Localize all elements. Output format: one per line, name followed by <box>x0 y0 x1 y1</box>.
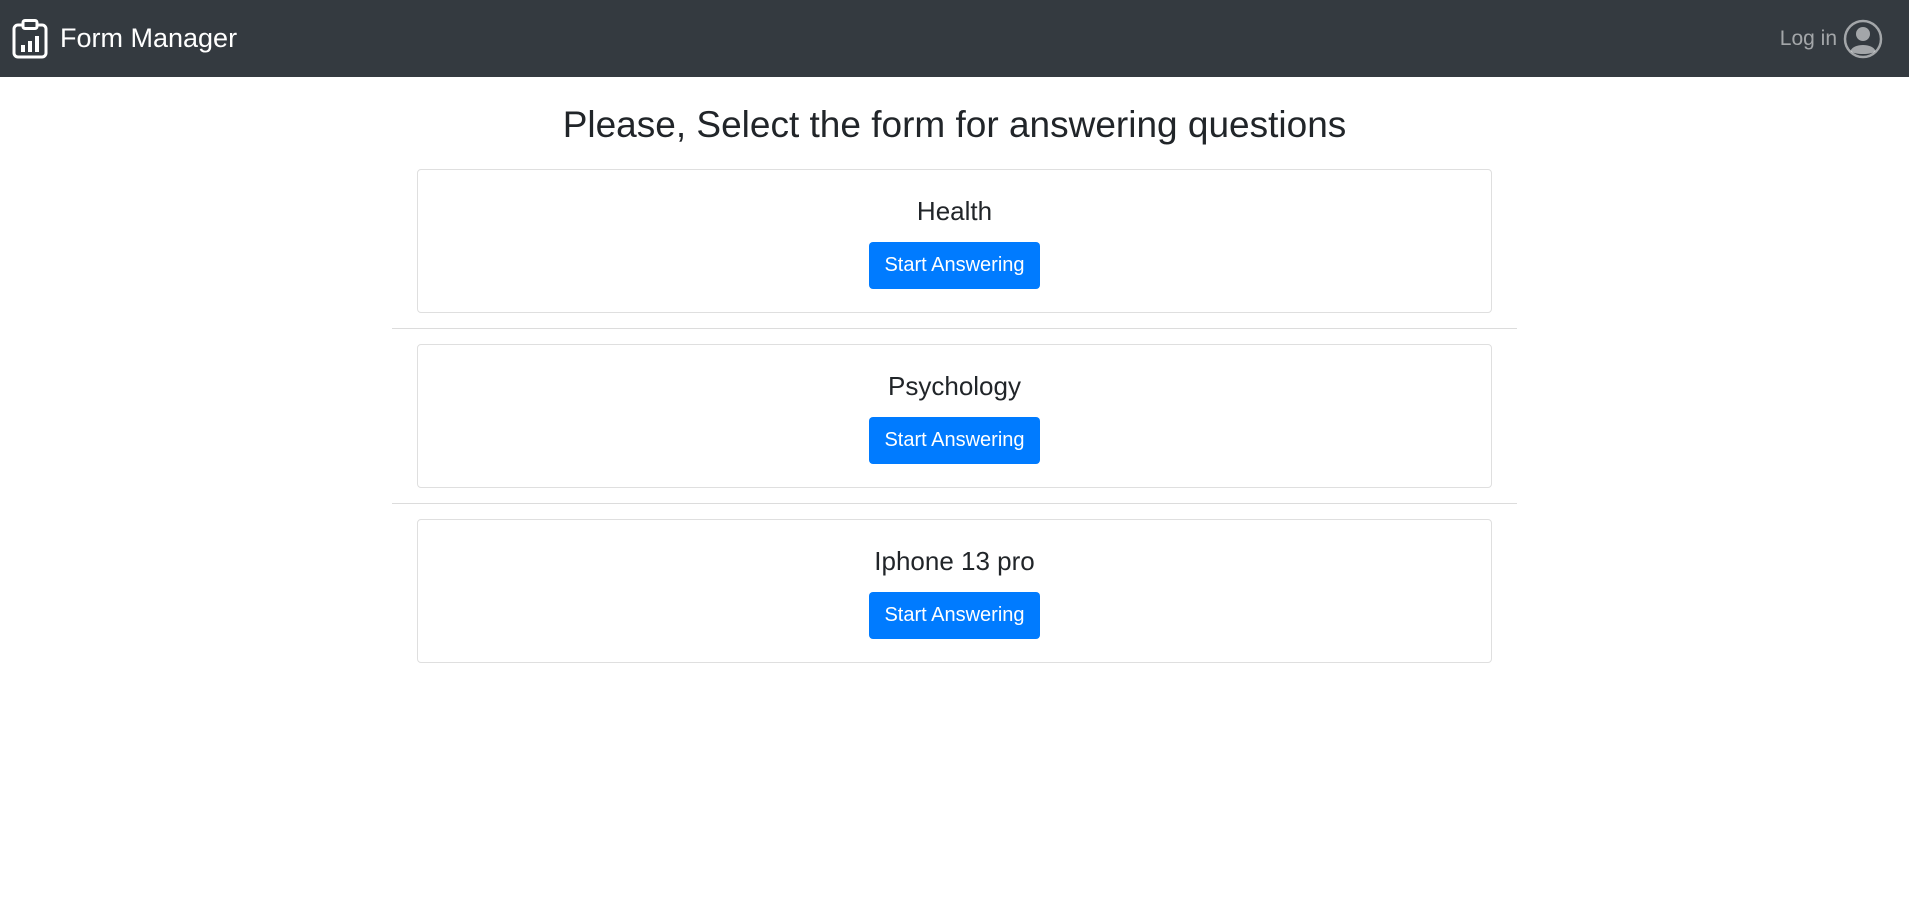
form-card-iphone: Iphone 13 pro Start Answering <box>417 519 1492 664</box>
login-label: Log in <box>1779 26 1837 50</box>
form-title: Iphone 13 pro <box>874 546 1035 577</box>
form-card-health: Health Start Answering <box>417 169 1492 314</box>
brand-title: Form Manager <box>60 23 238 53</box>
form-list: Health Start Answering Psychology Start … <box>392 169 1517 664</box>
start-answering-button[interactable]: Start Answering <box>869 241 1040 289</box>
main-content: Please, Select the form for answering qu… <box>0 77 1909 664</box>
divider <box>392 328 1517 330</box>
login-link[interactable]: Log in <box>1780 19 1883 59</box>
form-card-psychology: Psychology Start Answering <box>417 344 1492 489</box>
form-title: Psychology <box>888 371 1021 402</box>
page-title: Please, Select the form for answering qu… <box>562 104 1347 145</box>
top-navbar: Form Manager Log in <box>0 0 1909 77</box>
form-title: Health <box>916 196 993 227</box>
start-answering-button[interactable]: Start Answering <box>869 416 1040 464</box>
clipboard-chart-icon <box>12 18 48 59</box>
user-circle-icon <box>1843 19 1883 59</box>
start-answering-button[interactable]: Start Answering <box>869 591 1040 639</box>
brand-link[interactable]: Form Manager <box>12 18 238 59</box>
divider <box>392 503 1517 505</box>
